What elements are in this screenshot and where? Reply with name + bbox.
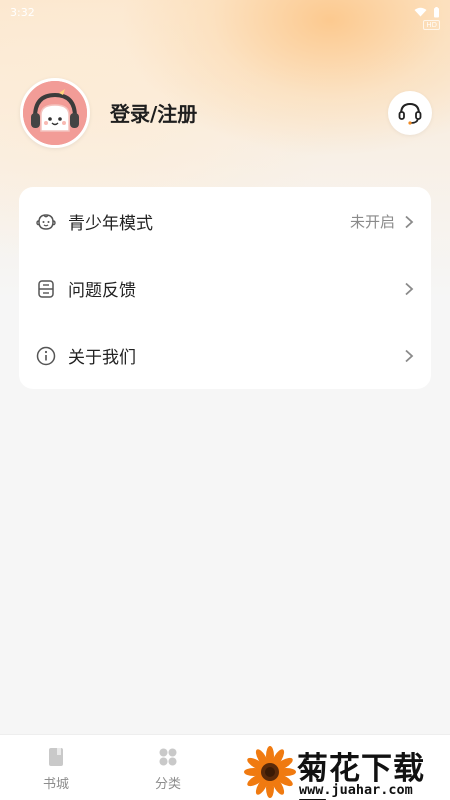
feedback-icon (35, 278, 57, 300)
chevron-right-icon (405, 349, 414, 362)
menu-item-teen-mode[interactable]: 青少年模式 未开启 (19, 188, 431, 255)
watermark: 菊花下载网 www.juahar.com (244, 742, 450, 800)
status-bar: 3:32 (0, 0, 450, 24)
menu-item-about-us[interactable]: 关于我们 (19, 322, 431, 389)
menu-item-label: 青少年模式 (68, 214, 153, 234)
nav-tab-category[interactable]: 分类 (112, 735, 224, 800)
status-time: 3:32 (10, 5, 35, 19)
hd-badge: HD (423, 20, 440, 30)
avatar-mascot-icon (23, 81, 87, 145)
book-icon (49, 748, 63, 766)
nav-tab-bookstore[interactable]: 书城 (0, 735, 112, 800)
chevron-right-icon (405, 215, 414, 228)
menu-item-feedback[interactable]: 问题反馈 (19, 255, 431, 322)
customer-service-button[interactable] (388, 91, 432, 135)
nav-tab-label: 书城 (42, 777, 69, 792)
chrysanthemum-logo-icon (244, 746, 296, 798)
wifi-icon (414, 7, 427, 17)
settings-menu-card: 青少年模式 未开启 问题反馈 关于我们 (19, 187, 431, 389)
login-register-link[interactable]: 登录/注册 (110, 98, 197, 127)
menu-item-label: 问题反馈 (68, 281, 136, 301)
battery-icon (434, 6, 439, 17)
baby-face-icon (35, 211, 57, 233)
chevron-right-icon (405, 282, 414, 295)
status-icons (414, 6, 440, 18)
category-icon (159, 748, 177, 766)
info-icon (35, 345, 57, 367)
headset-icon (398, 102, 422, 125)
menu-item-label: 关于我们 (68, 348, 136, 368)
teen-mode-status: 未开启 (349, 213, 395, 231)
avatar[interactable] (20, 78, 90, 148)
nav-tab-label: 分类 (154, 777, 181, 792)
watermark-url: www.juahar.com (299, 782, 413, 798)
